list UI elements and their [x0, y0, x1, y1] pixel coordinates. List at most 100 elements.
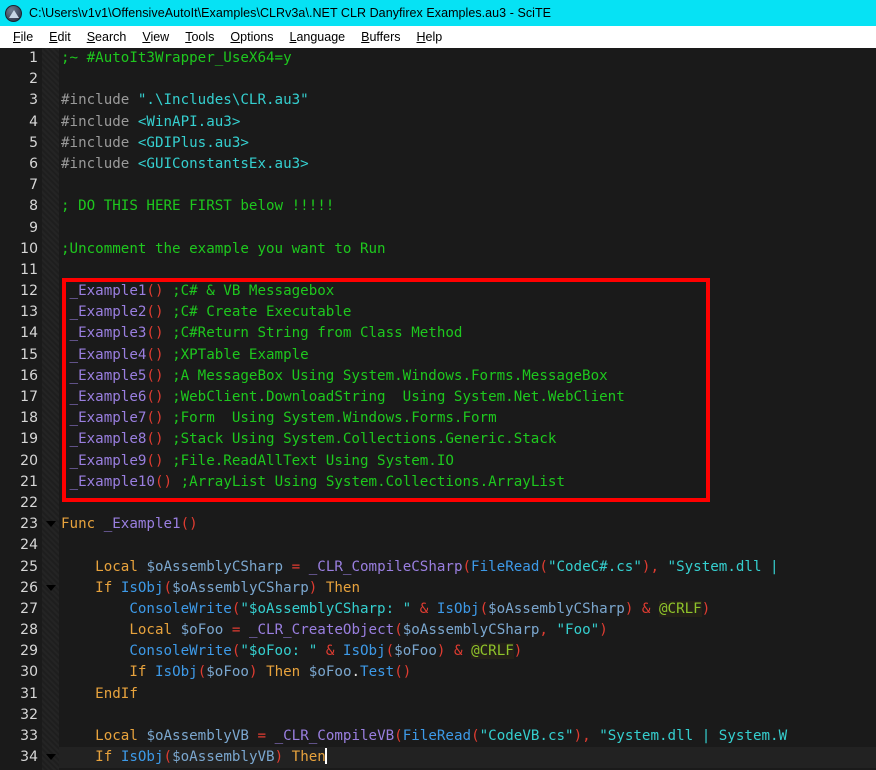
line-number-row: 20 [0, 451, 42, 472]
code-line[interactable]: If IsObj($oFoo) Then $oFoo.Test() [59, 662, 876, 683]
line-number: 28 [20, 622, 38, 639]
fold-margin-row[interactable] [42, 514, 59, 535]
fold-margin-row[interactable] [42, 578, 59, 599]
code-line[interactable]: #include <GDIPlus.au3> [59, 133, 876, 154]
fold-toggle-icon[interactable] [46, 521, 56, 528]
code-line[interactable]: ConsoleWrite("$oFoo: " & IsObj($oFoo) & … [59, 641, 876, 662]
fold-margin-row[interactable] [42, 726, 59, 747]
menu-item-buffers[interactable]: Buffers [353, 30, 408, 44]
fold-margin-row[interactable] [42, 196, 59, 217]
code-line[interactable] [59, 705, 876, 726]
menu-item-view[interactable]: View [134, 30, 177, 44]
fold-margin-row[interactable] [42, 260, 59, 281]
code-line[interactable] [59, 535, 876, 556]
code-line[interactable]: Local $oAssemblyVB = _CLR_CompileVB(File… [59, 726, 876, 747]
fold-margin-row[interactable] [42, 387, 59, 408]
code-line[interactable]: _Example6() ;WebClient.DownloadString Us… [59, 387, 876, 408]
code-line[interactable]: _Example3() ;C#Return String from Class … [59, 323, 876, 344]
fold-margin-row[interactable] [42, 408, 59, 429]
fold-margin[interactable] [42, 48, 59, 770]
code-line[interactable]: _Example9() ;File.ReadAllText Using Syst… [59, 451, 876, 472]
code-line[interactable]: ;Uncomment the example you want to Run [59, 239, 876, 260]
line-number-row: 6 [0, 154, 42, 175]
code-line[interactable]: _Example2() ;C# Create Executable [59, 302, 876, 323]
code-line[interactable] [59, 493, 876, 514]
fold-margin-row[interactable] [42, 69, 59, 90]
code-line[interactable] [59, 218, 876, 239]
code-text-area[interactable]: ;~ #AutoIt3Wrapper_UseX64=y #include ".\I… [59, 48, 876, 770]
code-line[interactable]: Func _Example1() [59, 514, 876, 535]
line-number-row: 26 [0, 578, 42, 599]
line-number: 4 [29, 113, 38, 130]
line-number: 11 [20, 261, 38, 278]
code-line[interactable]: If IsObj($oAssemblyVB) Then [59, 747, 876, 769]
menu-item-options[interactable]: Options [222, 30, 281, 44]
code-line[interactable]: _Example10() ;ArrayList Using System.Col… [59, 472, 876, 493]
fold-margin-row[interactable] [42, 90, 59, 111]
fold-margin-row[interactable] [42, 684, 59, 705]
code-line[interactable]: #include ".\Includes\CLR.au3" [59, 90, 876, 111]
code-line[interactable] [59, 69, 876, 90]
line-number: 22 [20, 494, 38, 511]
line-number-row: 9 [0, 218, 42, 239]
code-line[interactable]: _Example8() ;Stack Using System.Collecti… [59, 429, 876, 450]
fold-margin-row[interactable] [42, 154, 59, 175]
code-line[interactable]: ; DO THIS HERE FIRST below !!!!! [59, 196, 876, 217]
menu-item-file[interactable]: File [5, 30, 41, 44]
line-number-row: 28 [0, 620, 42, 641]
fold-margin-row[interactable] [42, 323, 59, 344]
line-number: 5 [29, 134, 38, 151]
fold-margin-row[interactable] [42, 747, 59, 768]
fold-margin-row[interactable] [42, 112, 59, 133]
code-line[interactable]: If IsObj($oAssemblyCSharp) Then [59, 578, 876, 599]
fold-margin-row[interactable] [42, 239, 59, 260]
fold-margin-row[interactable] [42, 48, 59, 69]
fold-margin-row[interactable] [42, 133, 59, 154]
code-line[interactable] [59, 260, 876, 281]
line-number: 25 [20, 558, 38, 575]
code-line[interactable]: _Example7() ;Form Using System.Windows.F… [59, 408, 876, 429]
fold-margin-row[interactable] [42, 302, 59, 323]
line-number-row: 16 [0, 366, 42, 387]
fold-margin-row[interactable] [42, 472, 59, 493]
fold-margin-row[interactable] [42, 175, 59, 196]
fold-margin-row[interactable] [42, 620, 59, 641]
title-bar[interactable]: C:\Users\v1v1\OffensiveAutoIt\Examples\C… [0, 0, 876, 26]
fold-toggle-icon[interactable] [46, 584, 56, 591]
fold-margin-row[interactable] [42, 429, 59, 450]
code-line[interactable]: #include <GUIConstantsEx.au3> [59, 154, 876, 175]
code-line[interactable]: Local $oFoo = _CLR_CreateObject($oAssemb… [59, 620, 876, 641]
fold-margin-row[interactable] [42, 599, 59, 620]
fold-margin-row[interactable] [42, 281, 59, 302]
fold-margin-row[interactable] [42, 366, 59, 387]
line-number: 21 [20, 473, 38, 490]
fold-margin-row[interactable] [42, 345, 59, 366]
menu-item-edit[interactable]: Edit [41, 30, 79, 44]
code-line[interactable] [59, 175, 876, 196]
code-line[interactable]: EndIf [59, 684, 876, 705]
menu-item-tools[interactable]: Tools [177, 30, 222, 44]
code-line[interactable]: ConsoleWrite("$oAssemblyCSharp: " & IsOb… [59, 599, 876, 620]
line-number: 9 [29, 219, 38, 236]
code-line[interactable]: _Example1() ;C# & VB Messagebox [59, 281, 876, 302]
fold-margin-row[interactable] [42, 557, 59, 578]
menu-item-help[interactable]: Help [409, 30, 451, 44]
fold-margin-row[interactable] [42, 662, 59, 683]
fold-margin-row[interactable] [42, 493, 59, 514]
code-line[interactable]: Local $oAssemblyCSharp = _CLR_CompileCSh… [59, 557, 876, 578]
fold-margin-row[interactable] [42, 218, 59, 239]
fold-margin-row[interactable] [42, 641, 59, 662]
fold-margin-row[interactable] [42, 705, 59, 726]
code-line[interactable]: _Example4() ;XPTable Example [59, 345, 876, 366]
fold-toggle-icon[interactable] [46, 754, 56, 761]
code-line[interactable]: #include <WinAPI.au3> [59, 112, 876, 133]
fold-margin-row[interactable] [42, 535, 59, 556]
code-line[interactable]: ;~ #AutoIt3Wrapper_UseX64=y [59, 48, 876, 69]
fold-margin-row[interactable] [42, 451, 59, 472]
menu-item-language[interactable]: Language [282, 30, 354, 44]
line-number: 32 [20, 706, 38, 723]
code-editor[interactable]: 1 2 3 4 5 6 7 8 9 10 11 12 13 14 15 16 17 18 19 20 21 22 23 24 2… [0, 48, 876, 770]
autoit-logo-icon [5, 4, 22, 22]
menu-item-search[interactable]: Search [79, 30, 135, 44]
code-line[interactable]: _Example5() ;A MessageBox Using System.W… [59, 366, 876, 387]
